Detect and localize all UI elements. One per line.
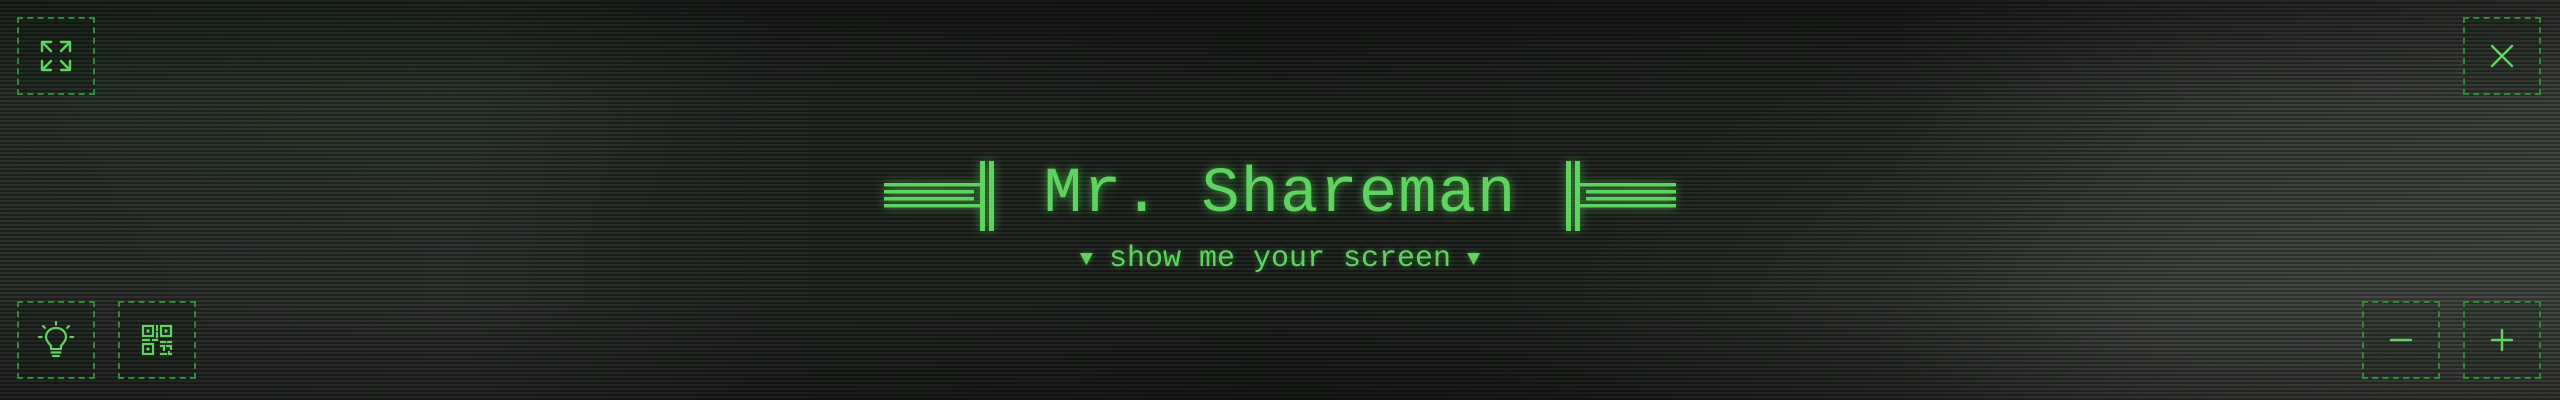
subtitle-marker-left: ▼ [1079, 246, 1093, 272]
subtitle-marker-right: ▼ [1467, 246, 1481, 272]
lightbulb-icon [37, 320, 75, 358]
hint-button[interactable] [17, 301, 95, 379]
left-bracket-ornament [883, 161, 994, 231]
subtitle-row: ▼ show me your screen ▼ [0, 242, 2560, 276]
zoom-in-button[interactable] [2463, 301, 2541, 379]
zoom-out-button[interactable] [2362, 301, 2440, 379]
close-icon [2490, 44, 2514, 68]
close-button[interactable] [2463, 17, 2541, 95]
title-block: Mr. Shareman ▼ show me your screen ▼ [0, 150, 2560, 276]
title-row: Mr. Shareman [0, 150, 2560, 240]
plus-icon [2490, 328, 2514, 352]
qr-code-button[interactable] [118, 301, 196, 379]
fullscreen-button[interactable] [17, 17, 95, 95]
expand-arrows-icon [40, 40, 72, 72]
crt-screen: Mr. Shareman ▼ show me your screen ▼ [0, 0, 2560, 400]
qr-code-icon [141, 324, 173, 356]
minus-icon [2389, 338, 2413, 342]
right-bracket-ornament [1566, 161, 1677, 231]
app-title: Mr. Shareman [1043, 159, 1517, 231]
app-subtitle: show me your screen [1108, 242, 1452, 276]
